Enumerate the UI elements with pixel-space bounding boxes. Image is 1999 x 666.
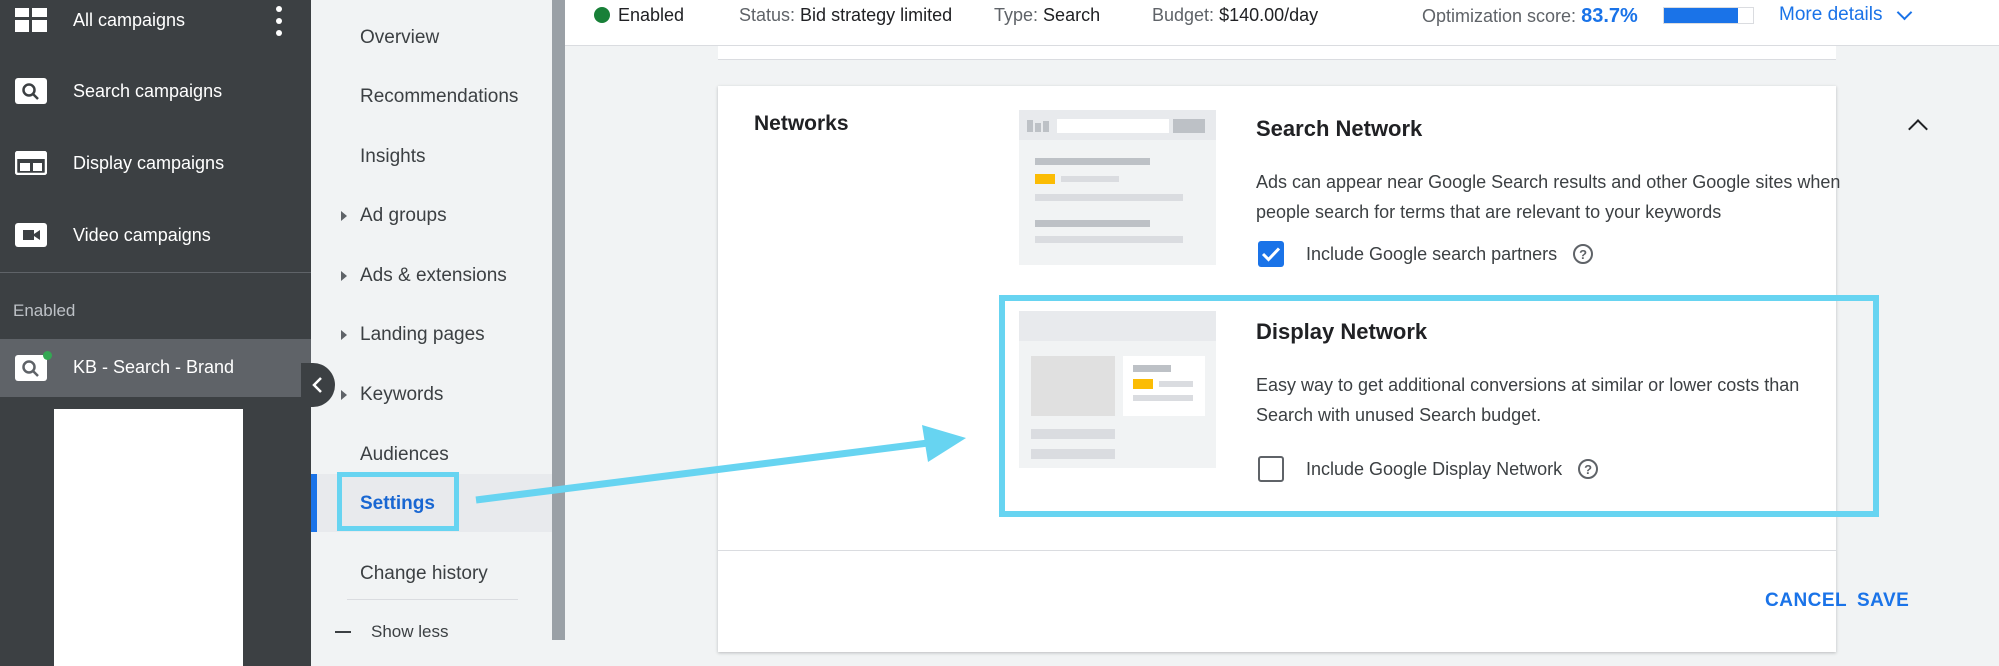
menu-item-label: Audiences xyxy=(360,444,449,465)
search-network-title: Search Network xyxy=(1256,116,1423,141)
status-value: Bid strategy limited xyxy=(800,5,953,25)
budget-value: $140.00/day xyxy=(1219,5,1319,25)
nav-campaign-kb-search-brand[interactable]: KB - Search - Brand xyxy=(0,339,311,397)
search-icon xyxy=(13,77,49,105)
type-label: Type: xyxy=(994,5,1039,25)
search-partners-label: Include Google search partners xyxy=(1306,243,1558,264)
opt-score-value: 83.7% xyxy=(1581,5,1638,27)
enabled-dot-icon xyxy=(594,7,610,23)
show-less-button[interactable]: Show less xyxy=(335,622,448,642)
campaign-status-bar: Enabled Status: Bid strategy limited Typ… xyxy=(565,0,1999,46)
menu-item-change-history[interactable]: Change history xyxy=(311,548,552,598)
menu-item-insights[interactable]: Insights xyxy=(311,131,552,181)
bid-status: Status: Bid strategy limited xyxy=(739,5,952,26)
campaign-type: Type: Search xyxy=(994,5,1100,26)
menu-item-label: Ad groups xyxy=(360,205,447,226)
enabled-label: Enabled xyxy=(618,5,685,25)
help-icon[interactable]: ? xyxy=(1573,244,1594,264)
previous-card-edge xyxy=(718,46,1836,60)
divider xyxy=(0,272,311,273)
menu-item-keywords[interactable]: Keywords xyxy=(311,369,552,419)
nav-search-campaigns[interactable]: Search campaigns xyxy=(0,56,311,126)
search-partners-option: Include Google search partners ? xyxy=(1258,241,1594,267)
chevron-left-icon xyxy=(312,377,322,393)
nav-item-label: Display campaigns xyxy=(73,152,225,173)
opt-score-bar xyxy=(1663,7,1754,24)
nav-item-label: Video campaigns xyxy=(73,224,211,245)
search-network-description: Ads can appear near Google Search result… xyxy=(1256,172,1841,222)
more-details-button[interactable]: More details xyxy=(1779,4,1912,26)
more-vert-icon[interactable] xyxy=(275,6,283,36)
chevron-up-icon[interactable] xyxy=(1908,119,1928,139)
budget: Budget: $140.00/day xyxy=(1152,5,1318,26)
menu-item-label: Overview xyxy=(360,27,440,48)
menu-item-label: Recommendations xyxy=(360,86,519,107)
nav-all-campaigns[interactable]: All campaigns xyxy=(0,0,311,55)
divider xyxy=(347,599,518,600)
budget-label: Budget: xyxy=(1152,5,1215,25)
campaign-name: KB - Search - Brand xyxy=(73,357,235,377)
cancel-button[interactable]: CANCEL xyxy=(1765,590,1847,612)
show-less-label: Show less xyxy=(371,622,449,641)
divider xyxy=(718,550,1836,551)
menu-item-overview[interactable]: Overview xyxy=(311,12,552,62)
save-button[interactable]: SAVE xyxy=(1857,590,1909,612)
minus-icon xyxy=(335,631,351,633)
menu-item-landing-pages[interactable]: Landing pages xyxy=(311,309,552,359)
status-dot xyxy=(43,351,52,360)
menu-item-ad-groups[interactable]: Ad groups xyxy=(311,190,552,240)
opt-score-fill xyxy=(1664,8,1739,23)
menu-item-recommendations[interactable]: Recommendations xyxy=(311,71,552,121)
menu-item-label: Insights xyxy=(360,146,426,167)
menu-item-label: Landing pages xyxy=(360,324,485,345)
menu-item-ads-extensions[interactable]: Ads & extensions xyxy=(311,250,552,300)
opt-score-label: Optimization score: xyxy=(1422,6,1577,26)
campaign-navigation: All campaigns Search campaigns Display c… xyxy=(0,0,311,666)
search-network-illustration xyxy=(1019,110,1216,265)
blank-panel xyxy=(54,409,243,666)
menu-item-label: Keywords xyxy=(360,384,444,405)
enabled-status[interactable]: Enabled xyxy=(594,5,684,26)
nav-video-campaigns[interactable]: Video campaigns xyxy=(0,200,311,270)
expand-caret-icon xyxy=(341,330,347,340)
expand-caret-icon xyxy=(341,390,347,400)
section-label-enabled: Enabled xyxy=(13,301,76,320)
settings-highlight-box xyxy=(337,472,459,531)
video-icon xyxy=(13,221,49,249)
optimization-score: Optimization score: 83.7% xyxy=(1422,5,1638,28)
menu-item-label: Change history xyxy=(360,563,488,584)
status-label: Status: xyxy=(739,5,796,25)
search-partners-checkbox[interactable] xyxy=(1258,241,1284,267)
nav-item-label: Search campaigns xyxy=(73,80,223,101)
display-icon xyxy=(13,149,49,177)
dashboard-icon xyxy=(13,6,49,34)
more-details-label: More details xyxy=(1779,4,1883,25)
checkmark-icon xyxy=(1261,247,1281,262)
active-indicator xyxy=(311,474,317,532)
expand-caret-icon xyxy=(341,271,347,281)
nav-display-campaigns[interactable]: Display campaigns xyxy=(0,128,311,198)
expand-caret-icon xyxy=(341,211,347,221)
type-value: Search xyxy=(1043,5,1101,25)
networks-title: Networks xyxy=(754,112,849,135)
chevron-down-icon xyxy=(1896,4,1912,20)
page-menu: Overview Recommendations Insights Ad gro… xyxy=(311,0,552,666)
menu-item-label: Ads & extensions xyxy=(360,265,507,286)
display-network-highlight-box xyxy=(999,295,1879,517)
scrollbar[interactable] xyxy=(552,0,565,640)
nav-item-label: All campaigns xyxy=(73,9,186,30)
